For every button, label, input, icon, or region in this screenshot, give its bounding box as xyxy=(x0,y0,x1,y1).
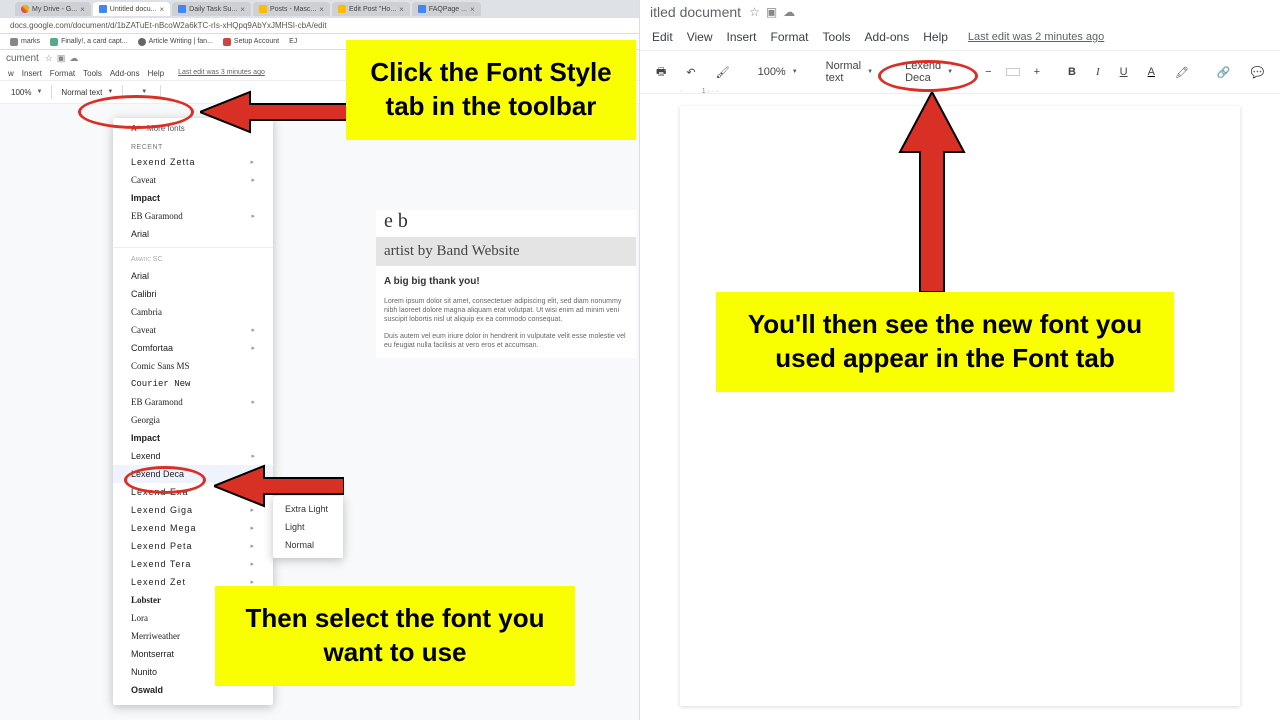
star-icon[interactable]: ☆ xyxy=(749,5,760,19)
ruler: · 1 · · · xyxy=(680,88,1280,100)
zoom-select[interactable]: 100%▼ xyxy=(752,63,804,81)
font-option[interactable]: Lexend Zetta▸ xyxy=(113,153,273,171)
menu-item[interactable]: w xyxy=(8,69,14,78)
font-option[interactable]: Comic Sans MS xyxy=(113,357,273,375)
menu-item[interactable]: Insert xyxy=(22,69,42,78)
annotation-callout: Then select the font you want to use xyxy=(215,586,575,686)
menu-item[interactable]: Edit xyxy=(652,30,673,44)
menu-item[interactable]: Format xyxy=(771,30,809,44)
browser-tab[interactable]: My Drive - G...× xyxy=(15,2,91,16)
font-option[interactable]: Caveat▸ xyxy=(113,171,273,189)
close-icon[interactable]: × xyxy=(160,5,165,14)
font-option[interactable]: Lexend Peta▸ xyxy=(113,537,273,555)
doc-title-bar: itled document ☆ ▣ ☁ xyxy=(640,0,1280,24)
close-icon[interactable]: × xyxy=(319,5,324,14)
document-page: e b artist by Band Website A big big tha… xyxy=(376,210,636,358)
font-option[interactable]: Arial xyxy=(113,225,273,243)
italic-button[interactable]: I xyxy=(1090,63,1106,81)
close-icon[interactable]: × xyxy=(240,5,245,14)
weight-option[interactable]: Light xyxy=(273,518,343,536)
annotation-circle xyxy=(878,60,978,92)
menu-item[interactable]: Format xyxy=(50,69,75,78)
menu-item[interactable]: View xyxy=(687,30,713,44)
bookmark-item[interactable]: Article Writing | fan... xyxy=(138,38,213,46)
weight-option[interactable]: Normal xyxy=(273,536,343,554)
browser-tab[interactable]: Edit Post "Ho...× xyxy=(332,2,410,16)
doc-paragraph: Duis autem vel eum iriure dolor in hendr… xyxy=(376,332,636,358)
last-edit-link[interactable]: Last edit was 3 minutes ago xyxy=(178,69,265,78)
menu-item[interactable]: Add-ons xyxy=(110,69,140,78)
add-comment-icon[interactable]: 💬 xyxy=(1245,63,1271,82)
font-option[interactable]: Lexend Mega▸ xyxy=(113,519,273,537)
menu-bar: Edit View Insert Format Tools Add-ons He… xyxy=(640,24,1280,50)
bookmark-item[interactable]: EJ xyxy=(289,38,297,45)
paint-format-icon[interactable]: 🖌 xyxy=(710,63,736,82)
doc-title[interactable]: itled document xyxy=(650,4,741,20)
annotation-callout: You'll then see the new font you used ap… xyxy=(716,292,1174,392)
undo-icon[interactable]: ↶ xyxy=(680,63,701,82)
font-option[interactable]: Impact xyxy=(113,189,273,207)
bookmark-item[interactable]: Setup Account xyxy=(223,38,279,46)
font-option[interactable]: EB Garamond▸ xyxy=(113,207,273,225)
paragraph-style-select[interactable]: Normal text▼ xyxy=(820,57,879,87)
font-size-input[interactable] xyxy=(1006,68,1020,76)
font-option[interactable]: Amatic SC xyxy=(113,252,273,267)
font-size-decrease[interactable]: − xyxy=(979,63,997,81)
font-size-increase[interactable]: + xyxy=(1028,63,1046,81)
menu-item[interactable]: Help xyxy=(148,69,164,78)
browser-tab[interactable]: Posts - Masc...× xyxy=(253,2,330,16)
close-icon[interactable]: × xyxy=(80,5,85,14)
text-color-button[interactable]: A xyxy=(1142,63,1161,81)
cloud-icon[interactable]: ☁ xyxy=(783,5,795,19)
zoom-select[interactable]: 100%▼ xyxy=(6,86,47,99)
font-option[interactable]: Cambria xyxy=(113,303,273,321)
close-icon[interactable]: × xyxy=(470,5,475,14)
font-option[interactable]: Arial xyxy=(113,267,273,285)
annotation-arrow xyxy=(200,84,350,140)
menu-item[interactable]: Add-ons xyxy=(865,30,910,44)
font-option[interactable]: Calibri xyxy=(113,285,273,303)
font-option[interactable]: Courier New xyxy=(113,375,273,393)
move-icon[interactable]: ▣ xyxy=(57,53,66,64)
browser-tab[interactable]: Untitled docu...× xyxy=(93,2,170,16)
underline-button[interactable]: U xyxy=(1114,63,1134,81)
star-icon[interactable]: ☆ xyxy=(45,53,53,64)
doc-heading: A big big thank you! xyxy=(376,266,636,297)
annotation-callout: Click the Font Style tab in the toolbar xyxy=(346,40,636,140)
bookmark-item[interactable]: Finally!, a card capt... xyxy=(50,38,128,46)
menu-item[interactable]: Help xyxy=(923,30,948,44)
annotation-circle xyxy=(124,466,206,494)
doc-paragraph: Lorem ipsum dolor sit amet, consectetuer… xyxy=(376,297,636,332)
print-icon[interactable]: 🖶 xyxy=(650,60,672,85)
annotation-arrow xyxy=(892,92,972,292)
cloud-icon[interactable]: ☁ xyxy=(69,53,78,64)
highlight-button[interactable]: 🖍 xyxy=(1169,63,1195,82)
font-option[interactable]: Comfortaa▸ xyxy=(113,339,273,357)
doc-title[interactable]: cument xyxy=(6,53,39,64)
close-icon[interactable]: × xyxy=(399,5,404,14)
font-option[interactable]: Caveat▸ xyxy=(113,321,273,339)
annotation-circle xyxy=(78,95,194,129)
annotation-arrow xyxy=(214,458,344,514)
last-edit-link[interactable]: Last edit was 2 minutes ago xyxy=(968,31,1104,43)
doc-subtitle: artist by Band Website xyxy=(376,237,636,266)
menu-item[interactable]: Insert xyxy=(726,30,756,44)
insert-link-icon[interactable]: 🔗 xyxy=(1211,63,1237,82)
menu-item[interactable]: Tools xyxy=(823,30,851,44)
font-option[interactable]: Impact xyxy=(113,429,273,447)
move-icon[interactable]: ▣ xyxy=(766,5,777,19)
menu-item[interactable]: Tools xyxy=(83,69,102,78)
bold-button[interactable]: B xyxy=(1062,63,1082,81)
browser-tab[interactable]: FAQPage ...× xyxy=(412,2,481,16)
font-option[interactable]: Georgia xyxy=(113,411,273,429)
browser-tab-strip: My Drive - G...× Untitled docu...× Daily… xyxy=(0,0,639,18)
font-option[interactable]: EB Garamond▸ xyxy=(113,393,273,411)
browser-tab[interactable]: Daily Task Su...× xyxy=(172,2,251,16)
recent-section-label: RECENT xyxy=(113,139,273,153)
font-option[interactable]: Lexend Tera▸ xyxy=(113,555,273,573)
bookmark-item[interactable]: marks xyxy=(10,38,40,46)
address-bar[interactable]: docs.google.com/document/d/1bZATuEt-nBco… xyxy=(0,18,639,34)
